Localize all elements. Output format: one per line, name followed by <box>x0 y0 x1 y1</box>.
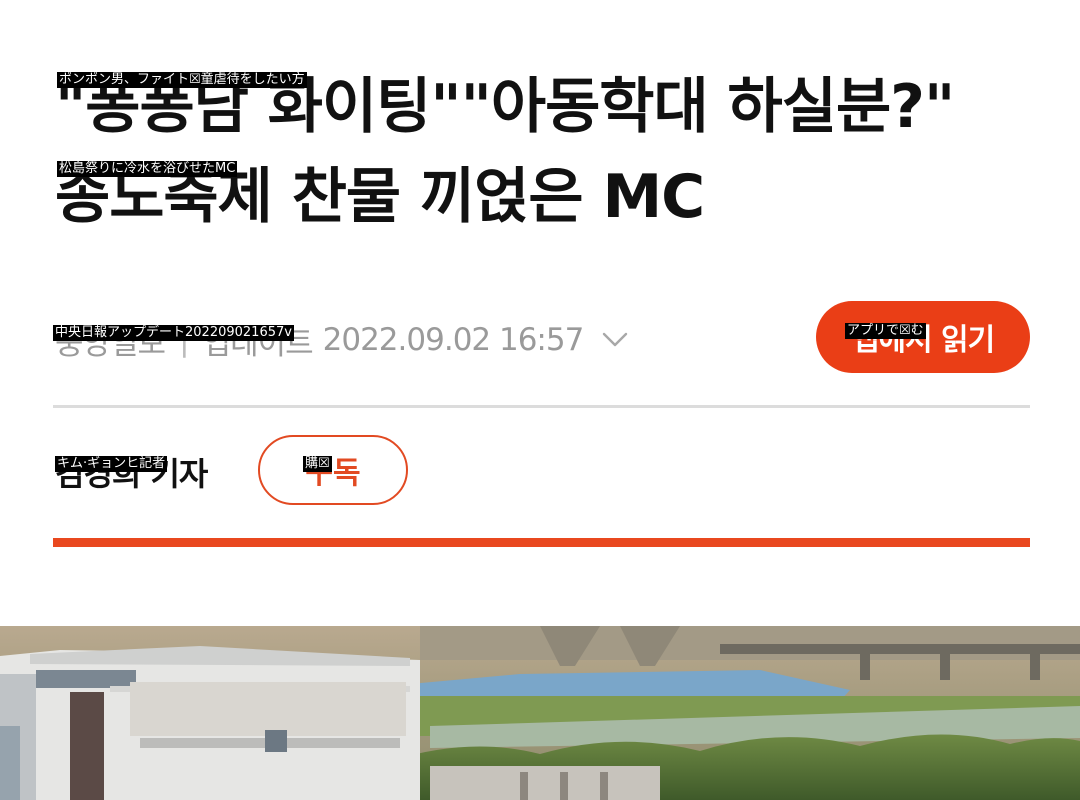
translation-overlay-app-button: アプリで☒む <box>845 323 926 339</box>
translation-overlay-headline-1: ポンポン男、ファイト☒童虐待をしたい方 <box>57 72 307 88</box>
translation-overlay-reporter: キム·ギョンヒ記者 <box>55 456 168 472</box>
chevron-down-icon[interactable] <box>601 331 629 349</box>
article-page: "퐁퐁남 화이팅""아동학대 하실분?" 송도축제 찬물 끼얹은 MC ポンポン… <box>0 0 1080 800</box>
article-photo <box>0 626 1080 800</box>
translation-overlay-subscribe: 購☒ <box>303 456 332 472</box>
translation-overlay-meta: 中央日報アップデート202209021657v <box>53 325 294 341</box>
meta-divider <box>53 405 1030 408</box>
translation-overlay-headline-2: 松島祭りに冷水を浴びせたMC <box>57 161 238 177</box>
updated-timestamp: 2022.09.02 16:57 <box>322 322 585 358</box>
section-divider <box>53 538 1030 547</box>
article-headline: "퐁퐁남 화이팅""아동학대 하실분?" 송도축제 찬물 끼얹은 MC <box>55 62 1035 242</box>
subscribe-button[interactable]: 구독 <box>258 435 408 505</box>
